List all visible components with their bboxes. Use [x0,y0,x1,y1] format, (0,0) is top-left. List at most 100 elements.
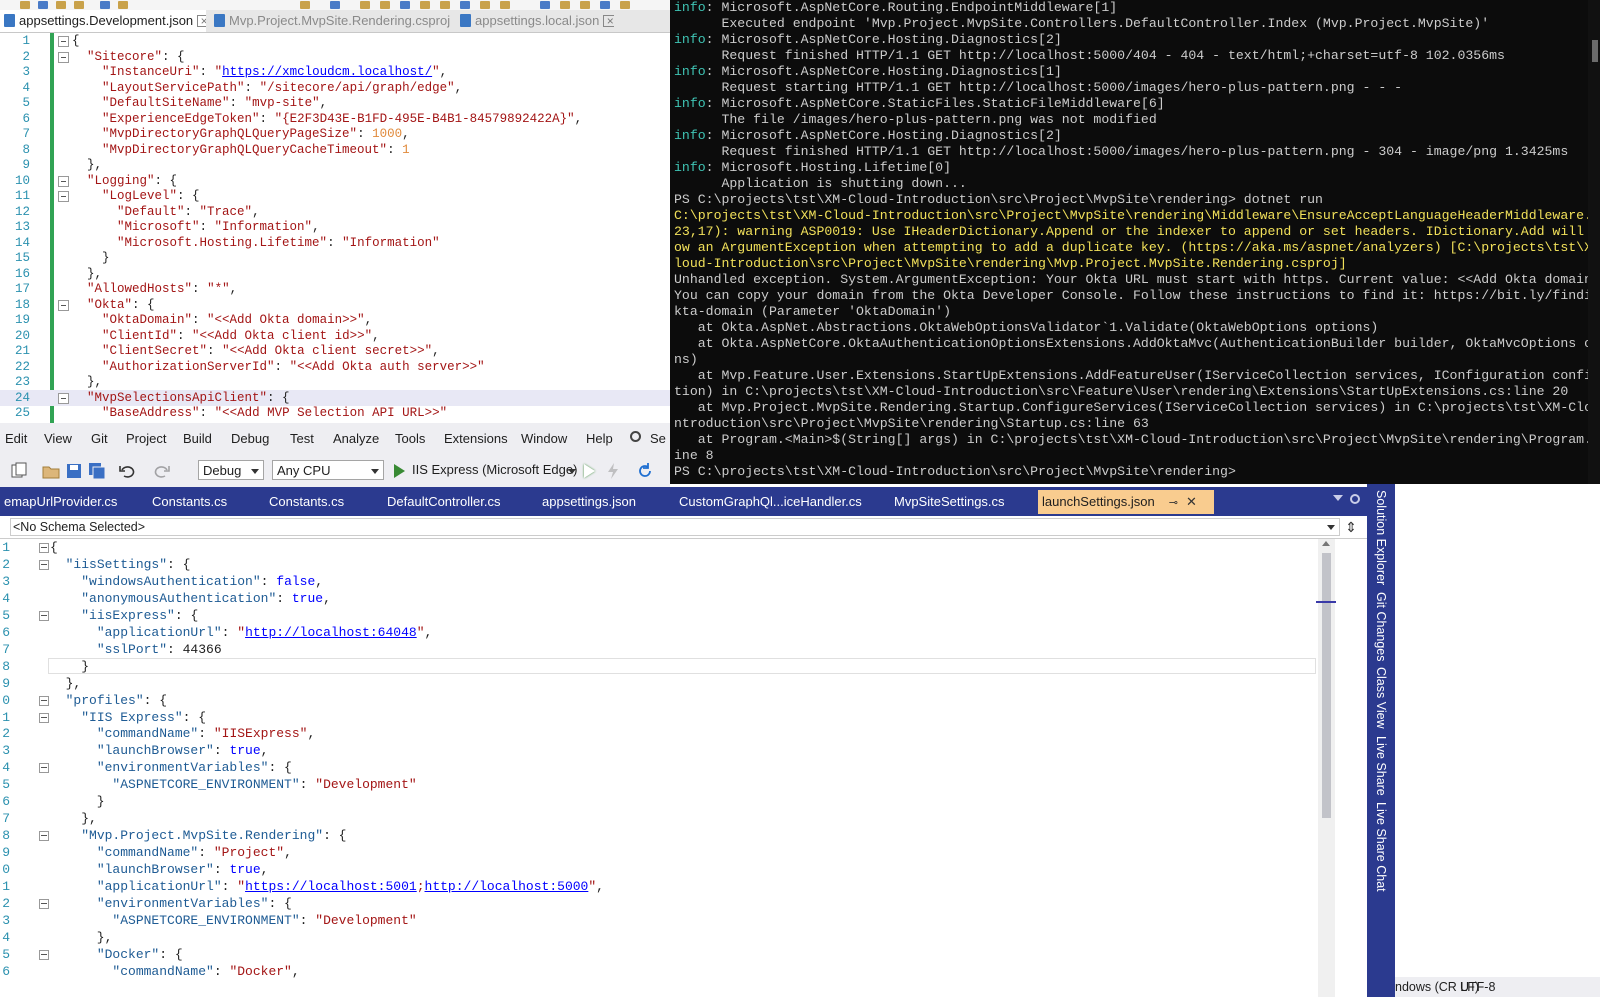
doc-tab-3[interactable]: DefaultController.cs [383,490,534,514]
code-line[interactable]: 3 "ASPNETCORE_ENVIRONMENT": "Development… [0,912,1345,929]
search-icon[interactable] [630,431,641,442]
code-line[interactable]: 8 } [0,658,1345,675]
top-code-line[interactable]: 4 "LayoutServicePath": "/sitecore/api/gr… [0,80,670,96]
top-code-line[interactable]: 10 "Logging": { [0,173,670,189]
toolbar-icon[interactable] [460,1,470,9]
menu-view[interactable]: View [44,423,72,455]
tab-list-icon[interactable] [1333,495,1343,501]
code-line[interactable]: 2 "commandName": "IISExpress", [0,725,1345,742]
code-line[interactable]: 5 "Docker": { [0,946,1345,963]
top-code-line[interactable]: 8 "MvpDirectoryGraphQLQueryCacheTimeout"… [0,142,670,158]
close-icon[interactable]: × [197,15,206,27]
fold-toggle-icon[interactable] [39,610,49,621]
code-line[interactable]: 6 } [0,793,1345,810]
run-target-label[interactable]: IIS Express (Microsoft Edge) [412,460,577,480]
top-tab-1[interactable]: Mvp.Project.MvpSite.Rendering.csproj× [210,10,453,32]
toolbar-icon[interactable] [580,1,590,9]
toolbar-icon[interactable] [420,1,430,9]
terminal-window[interactable]: info: Microsoft.AspNetCore.Routing.Endpo… [670,0,1600,484]
toolbar-icon[interactable] [380,1,390,9]
top-code-line[interactable]: 25 "BaseAddress": "<<Add MVP Selection A… [0,405,670,421]
code-line[interactable]: 5 "iisExpress": { [0,607,1345,624]
menu-window[interactable]: Window [521,423,567,455]
top-code-line[interactable]: 18 "Okta": { [0,297,670,313]
close-icon[interactable]: × [603,15,614,27]
toolbar-icon[interactable] [360,1,370,9]
toolbar-icon[interactable] [560,1,570,9]
gear-icon[interactable] [1350,494,1360,504]
menu-edit[interactable]: Edit [5,423,27,455]
fold-toggle-icon[interactable] [58,36,69,47]
top-code-line[interactable]: 20 "ClientId": "<<Add Okta client id>>", [0,328,670,344]
toolbar-icon[interactable] [300,1,310,9]
open-folder-icon[interactable] [42,462,60,480]
toolbar-icon[interactable] [38,1,48,9]
menu-test[interactable]: Test [290,423,314,455]
fold-toggle-icon[interactable] [58,392,69,404]
top-code-line[interactable]: 13 "Microsoft": "Information", [0,219,670,235]
doc-tab-2[interactable]: Constants.cs [265,490,379,514]
split-editor-icon[interactable]: ⇕ [1343,518,1359,536]
top-code-line[interactable]: 23 }, [0,374,670,390]
code-line[interactable]: 6 "commandName": "Docker", [0,963,1345,980]
chevron-down-icon[interactable] [568,469,576,474]
code-line[interactable]: 1 "IIS Express": { [0,709,1345,726]
menu-extensions[interactable]: Extensions [444,423,508,455]
fold-toggle-icon[interactable] [39,695,49,706]
fold-toggle-icon[interactable] [39,898,49,909]
toolbar-icon[interactable] [540,1,550,9]
top-code-line[interactable]: 21 "ClientSecret": "<<Add Okta client se… [0,343,670,359]
menu-git[interactable]: Git [91,423,108,455]
code-line[interactable]: 4 "anonymousAuthentication": true, [0,590,1345,607]
toolbar-icon[interactable] [20,1,30,9]
top-code-line[interactable]: 17 "AllowedHosts": "*", [0,281,670,297]
menu-project[interactable]: Project [126,423,166,455]
pin-icon[interactable]: ⊸ [1169,497,1178,509]
top-code-line[interactable]: 24 "MvpSelectionsApiClient": { [0,389,670,406]
toolbar-icon[interactable] [620,1,630,9]
toolbar-icon[interactable] [440,1,450,9]
top-tab-0[interactable]: appsettings.Development.json× [0,10,206,32]
search-label[interactable]: Se [650,423,666,455]
top-code-line[interactable]: 15 } [0,250,670,266]
top-code-line[interactable]: 1{ [0,33,670,49]
top-code-line[interactable]: 9 }, [0,157,670,173]
top-code-line[interactable]: 6 "ExperienceEdgeToken": "{E2F3D43E-B1FD… [0,111,670,127]
save-all-icon[interactable] [88,462,106,480]
fold-toggle-icon[interactable] [58,191,69,202]
menu-tools[interactable]: Tools [395,423,425,455]
code-line[interactable]: 6 "applicationUrl": "http://localhost:64… [0,624,1345,641]
toolbar-icon[interactable] [118,1,128,9]
side-tab-solution-explorer[interactable]: Solution Explorer [1367,490,1395,585]
hot-reload-icon[interactable] [604,462,622,480]
top-code-line[interactable]: 2 "Sitecore": { [0,49,670,65]
fold-toggle-icon[interactable] [39,543,49,553]
doc-tab-0[interactable]: emapUrlProvider.cs [0,490,144,514]
fold-toggle-icon[interactable] [39,712,49,723]
top-code-line[interactable]: 7 "MvpDirectoryGraphQLQueryPageSize": 10… [0,126,670,142]
code-line[interactable]: 9 "commandName": "Project", [0,844,1345,861]
start-without-debug-icon[interactable] [584,464,595,478]
top-code-line[interactable]: 22 "AuthorizationServerId": "<<Add Okta … [0,359,670,375]
doc-tab-6[interactable]: MvpSiteSettings.cs [890,490,1034,514]
toolbar-icon[interactable] [500,1,510,9]
doc-tab-1[interactable]: Constants.cs [148,490,261,514]
code-line[interactable]: 1{ [0,539,1345,556]
top-code-line[interactable]: 19 "OktaDomain": "<<Add Okta domain>>", [0,312,670,328]
fold-toggle-icon[interactable] [39,763,49,774]
fold-toggle-icon[interactable] [39,831,49,842]
code-line[interactable]: 7 "sslPort": 44366 [0,641,1345,658]
toolbar-icon[interactable] [74,1,84,9]
undo-icon[interactable] [118,462,136,480]
top-code-area[interactable]: 1{2 "Sitecore": {3 "InstanceUri": "https… [0,33,670,423]
save-icon[interactable] [65,462,83,480]
new-project-icon[interactable] [10,462,28,480]
terminal-scroll-thumb[interactable] [1592,40,1598,62]
side-tab-live-share-chat[interactable]: Live Share Chat [1367,802,1395,892]
code-line[interactable]: 0 "launchBrowser": true, [0,861,1345,878]
schema-select[interactable]: <No Schema Selected> [10,518,1340,536]
code-line[interactable]: 3 "launchBrowser": true, [0,742,1345,759]
fold-toggle-icon[interactable] [39,949,49,960]
doc-tab-4[interactable]: appsettings.json [538,490,671,514]
top-tab-2[interactable]: appsettings.local.json × [456,10,614,32]
